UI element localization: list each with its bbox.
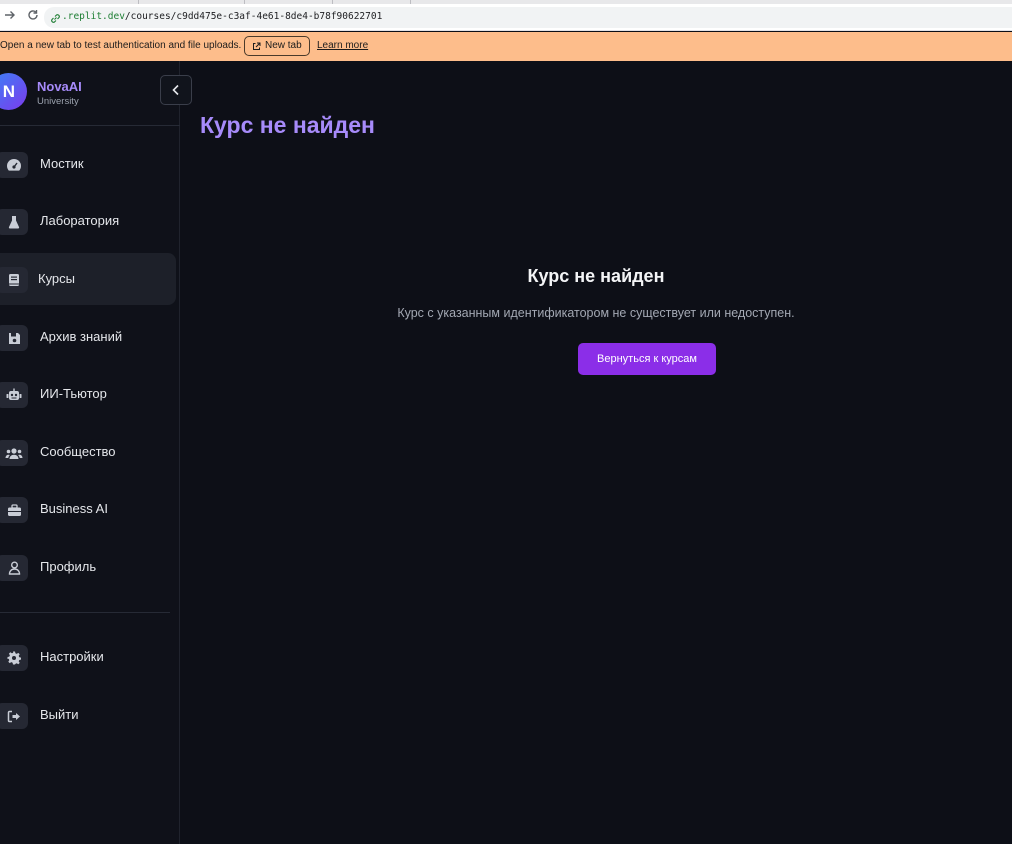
sidebar-item-label: Выйти xyxy=(40,707,79,722)
brand-name: NovaAI xyxy=(37,79,82,94)
new-tab-label: New tab xyxy=(265,40,302,51)
dashboard-gauge-icon xyxy=(0,152,28,178)
banner-message: Open a new tab to test authentication an… xyxy=(0,40,242,51)
sidebar-item-knowledge-archive[interactable]: Архив знаний xyxy=(0,311,176,363)
not-found-title: Курс не найден xyxy=(527,266,665,286)
new-tab-button[interactable]: New tab xyxy=(244,36,310,56)
sidebar-divider xyxy=(0,125,180,126)
reload-icon[interactable] xyxy=(25,9,41,25)
page-title: Курс не найден xyxy=(200,112,375,138)
sidebar-item-lab[interactable]: Лаборатория xyxy=(0,195,176,247)
sidebar-item-profile[interactable]: Профиль xyxy=(0,541,176,593)
sidebar-item-courses[interactable]: Курсы xyxy=(0,253,176,305)
sidebar-item-label: Курсы xyxy=(38,271,76,286)
sign-out-icon xyxy=(0,703,28,729)
sidebar-item-bridge[interactable]: Мостик xyxy=(0,138,176,190)
forward-arrow-icon[interactable] xyxy=(2,9,18,25)
users-icon xyxy=(0,440,28,466)
url-field[interactable]: .replit.dev/courses/c9dd475e-c3af-4e61-8… xyxy=(44,7,1012,28)
sidebar-item-ai-tutor[interactable]: ИИ-Тьютор xyxy=(0,368,176,420)
sidebar-item-label: ИИ-Тьютор xyxy=(40,386,107,401)
briefcase-icon xyxy=(0,497,28,523)
url-path: /courses/c9dd475e-c3af-4e61-8de4-b78f906… xyxy=(124,11,383,22)
gear-icon xyxy=(0,645,28,671)
sidebar-item-label: Профиль xyxy=(40,559,97,574)
url-host: .replit.dev xyxy=(62,11,125,22)
sidebar-item-label: Архив знаний xyxy=(40,329,123,344)
info-banner: Open a new tab to test authentication an… xyxy=(0,32,1012,61)
user-icon xyxy=(0,555,28,581)
chevron-left-icon xyxy=(172,84,179,96)
url-text: .replit.dev/courses/c9dd475e-c3af-4e61-8… xyxy=(62,11,382,22)
browser-address-bar: .replit.dev/courses/c9dd475e-c3af-4e61-8… xyxy=(0,4,1012,31)
collapse-sidebar-button[interactable] xyxy=(160,75,192,105)
sidebar-item-settings[interactable]: Настройки xyxy=(0,631,176,683)
sidebar-item-label: Лаборатория xyxy=(40,213,120,228)
sidebar-item-logout[interactable]: Выйти xyxy=(0,689,176,741)
sidebar-item-label: Мостик xyxy=(40,156,84,171)
sidebar-item-label: Сообщество xyxy=(40,444,116,459)
external-link-icon xyxy=(253,42,261,50)
sidebar-item-business-ai[interactable]: Business AI xyxy=(0,483,176,535)
brand-logo: N xyxy=(0,73,27,110)
flask-icon xyxy=(0,209,28,235)
book-icon xyxy=(0,267,28,293)
not-found-description: Курс с указанным идентификатором не суще… xyxy=(397,306,795,320)
floppy-disk-icon xyxy=(0,325,28,351)
sidebar-item-label: Настройки xyxy=(40,649,104,664)
brand-subtitle: University xyxy=(37,96,79,107)
sidebar-item-label: Business AI xyxy=(40,501,108,516)
link-icon xyxy=(50,11,62,23)
sidebar: N NovaAI University Мостик Лаборатория К… xyxy=(0,61,180,844)
learn-more-link[interactable]: Learn more xyxy=(317,40,368,51)
robot-icon xyxy=(0,382,28,408)
back-to-courses-button[interactable]: Вернуться к курсам xyxy=(578,343,716,375)
sidebar-item-community[interactable]: Сообщество xyxy=(0,426,176,478)
sidebar-divider xyxy=(0,612,170,613)
